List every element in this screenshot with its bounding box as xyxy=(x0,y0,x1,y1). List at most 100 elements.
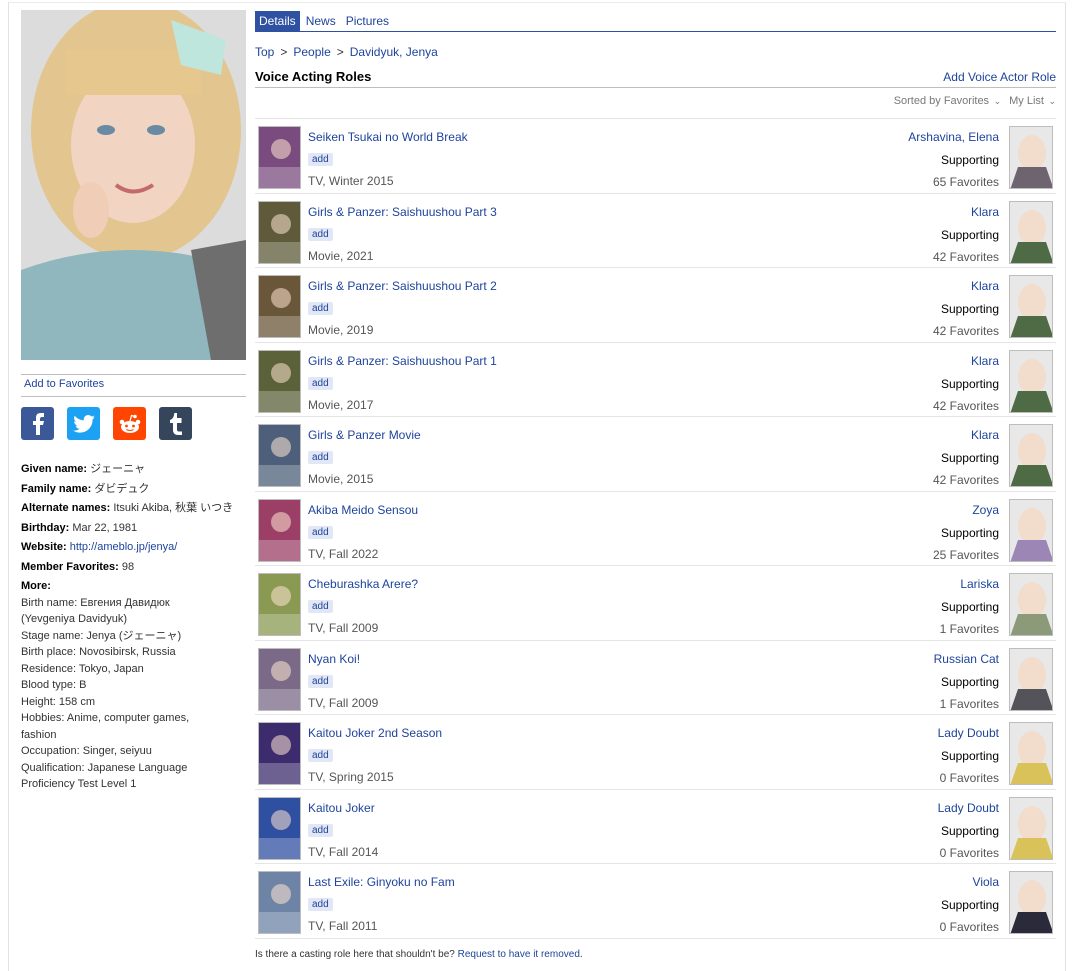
add-to-list-button[interactable]: add xyxy=(308,227,333,241)
add-to-list-button[interactable]: add xyxy=(308,525,333,539)
anime-thumbnail[interactable] xyxy=(258,722,301,785)
character-thumbnail[interactable] xyxy=(1009,424,1053,487)
character-name-link[interactable]: Arshavina, Elena xyxy=(908,130,999,144)
tumblr-share-button[interactable] xyxy=(159,407,192,440)
add-to-list-button[interactable]: add xyxy=(308,898,333,911)
voice-roles-header: Voice Acting Roles Add Voice Actor Role xyxy=(255,68,1056,88)
anime-thumbnail[interactable] xyxy=(258,424,301,487)
alternate-names-row: Alternate names: Itsuki Akiba, 秋葉 いつき xyxy=(21,500,246,517)
add-to-list-button[interactable]: add xyxy=(308,600,333,613)
my-list-dropdown[interactable]: My List ⌄ xyxy=(1009,95,1056,118)
tab-details[interactable]: Details xyxy=(255,11,300,31)
anime-thumbnail[interactable] xyxy=(258,498,301,562)
voice-role-row: Girls & Panzer: Saishuushou Part 3 add Mov… xyxy=(255,194,1056,268)
add-to-list-button[interactable]: add xyxy=(308,823,333,837)
character-thumbnail[interactable] xyxy=(1009,796,1053,860)
character-favorites: 65 Favorites xyxy=(932,175,999,189)
add-to-favorites-link[interactable]: Add to Favorites xyxy=(21,374,246,397)
anime-thumbnail[interactable] xyxy=(258,647,301,711)
anime-title-link[interactable]: Girls & Panzer: Saishuushou Part 2 xyxy=(308,279,497,293)
more-detail-line: Hobbies: Anime, computer games, xyxy=(21,712,190,724)
social-share-buttons xyxy=(21,407,246,440)
anime-title-link[interactable]: Girls & Panzer: Saishuushou Part 3 xyxy=(308,205,497,219)
website-link[interactable]: http://ameblo.jp/jenya/ xyxy=(70,541,178,553)
character-thumbnail[interactable] xyxy=(1009,200,1053,264)
character-role: Supporting xyxy=(940,674,999,689)
anime-title-link[interactable]: Nyan Koi! xyxy=(308,652,360,666)
character-role: Supporting xyxy=(940,227,999,242)
anime-thumbnail[interactable] xyxy=(258,275,301,338)
add-to-list-button[interactable]: add xyxy=(308,376,333,390)
main-content: Details News Pictures Top > People > Davidyu… xyxy=(255,11,1056,960)
character-name-link[interactable]: Klara xyxy=(971,354,999,368)
voice-role-row: Cheburashka Arere? add TV, Fall 2009 Larisk… xyxy=(255,566,1056,641)
character-thumbnail[interactable] xyxy=(1009,126,1053,189)
facebook-share-button[interactable] xyxy=(21,407,54,440)
voice-role-row: Girls & Panzer Movie add Movie, 2015 Klara S… xyxy=(255,417,1056,492)
anime-title-link[interactable]: Last Exile: Ginyoku no Fam xyxy=(308,875,455,889)
character-role: Supporting xyxy=(940,525,999,540)
anime-title-link[interactable]: Kaitou Joker xyxy=(308,801,375,815)
sort-by-favorites-dropdown[interactable]: Sorted by Favorites ⌄ xyxy=(894,95,1001,118)
character-thumbnail[interactable] xyxy=(1009,871,1053,934)
member-favorites-value: 98 xyxy=(118,560,135,573)
add-to-list-button[interactable]: add xyxy=(308,674,333,688)
anime-type-season: TV, Fall 2014 xyxy=(308,844,379,859)
character-name-link[interactable]: Zoya xyxy=(972,503,999,517)
character-thumbnail[interactable] xyxy=(1009,722,1053,785)
tab-news[interactable]: News xyxy=(302,11,340,31)
character-favorites: 0 Favorites xyxy=(939,845,999,860)
add-to-list-button[interactable]: add xyxy=(308,749,333,762)
character-name-link[interactable]: Russian Cat xyxy=(934,652,999,666)
anime-thumbnail[interactable] xyxy=(258,796,301,860)
anime-title-link[interactable]: Cheburashka Arere? xyxy=(308,577,418,591)
character-favorites: 42 Favorites xyxy=(932,324,999,338)
anime-thumbnail[interactable] xyxy=(258,126,301,189)
more-detail-line: Residence: Tokyo, Japan xyxy=(21,662,144,675)
my-list-label: My List xyxy=(1009,95,1044,107)
character-thumbnail[interactable] xyxy=(1009,349,1053,413)
profile-sidebar: Add to Favorites Given name: ジェーニャ Famil… xyxy=(21,10,246,793)
anime-title-link[interactable]: Akiba Meido Sensou xyxy=(308,503,418,517)
anime-title-link[interactable]: Kaitou Joker 2nd Season xyxy=(308,726,442,740)
character-name-link[interactable]: Klara xyxy=(971,205,999,219)
anime-type-season: TV, Fall 2009 xyxy=(308,695,379,710)
character-thumbnail[interactable] xyxy=(1009,275,1053,338)
breadcrumb-current[interactable]: Davidyuk, Jenya xyxy=(350,45,438,59)
more-detail-line: (Yevgeniya Davidyuk) xyxy=(21,613,127,625)
anime-thumbnail[interactable] xyxy=(258,871,301,934)
add-to-list-button[interactable]: add xyxy=(308,451,333,464)
character-name-link[interactable]: Klara xyxy=(971,279,999,293)
add-voice-actor-role-link[interactable]: Add Voice Actor Role xyxy=(943,70,1056,84)
character-name-link[interactable]: Viola xyxy=(973,875,999,889)
add-to-list-button[interactable]: add xyxy=(308,302,333,315)
reddit-share-button[interactable] xyxy=(113,407,146,440)
anime-type-season: Movie, 2015 xyxy=(308,472,374,486)
anime-thumbnail[interactable] xyxy=(258,200,301,264)
character-thumbnail[interactable] xyxy=(1009,647,1053,711)
voice-role-row: Seiken Tsukai no World Break add TV, Winte… xyxy=(255,119,1056,194)
request-removal-link[interactable]: Request to have it removed xyxy=(458,949,580,960)
anime-thumbnail[interactable] xyxy=(258,573,301,636)
breadcrumb-people[interactable]: People xyxy=(293,45,330,59)
character-name-link[interactable]: Lady Doubt xyxy=(938,801,999,815)
character-role: Supporting xyxy=(940,600,999,614)
voice-role-row: Akiba Meido Sensou add TV, Fall 2022 Zoya Su… xyxy=(255,492,1056,566)
anime-title-link[interactable]: Seiken Tsukai no World Break xyxy=(308,130,468,144)
breadcrumb-top[interactable]: Top xyxy=(255,45,274,59)
character-name-link[interactable]: Lady Doubt xyxy=(938,726,999,740)
character-thumbnail[interactable] xyxy=(1009,573,1053,636)
character-name-link[interactable]: Klara xyxy=(971,428,999,442)
anime-title-link[interactable]: Girls & Panzer Movie xyxy=(308,428,421,442)
add-to-list-button[interactable]: add xyxy=(308,153,333,166)
anime-thumbnail[interactable] xyxy=(258,349,301,413)
tab-pictures[interactable]: Pictures xyxy=(342,11,393,31)
twitter-share-button[interactable] xyxy=(67,407,100,440)
section-title: Voice Acting Roles xyxy=(255,69,372,84)
twitter-icon xyxy=(72,414,95,433)
profile-picture[interactable] xyxy=(21,10,246,360)
anime-type-season: Movie, 2017 xyxy=(308,397,374,412)
character-thumbnail[interactable] xyxy=(1009,498,1053,562)
character-name-link[interactable]: Lariska xyxy=(960,577,999,591)
anime-title-link[interactable]: Girls & Panzer: Saishuushou Part 1 xyxy=(308,354,497,368)
